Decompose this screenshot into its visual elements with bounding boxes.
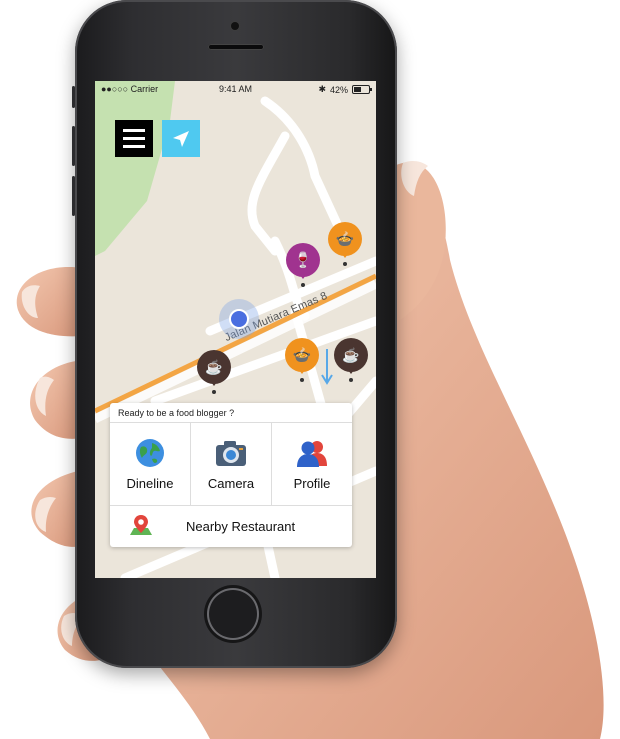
dineline-label: Dineline bbox=[126, 475, 174, 491]
camera-button[interactable]: Camera bbox=[191, 423, 272, 505]
status-right: ✱ 42% bbox=[318, 84, 372, 95]
coffee-icon: ☕ bbox=[342, 346, 360, 363]
dineline-button[interactable]: Dineline bbox=[110, 423, 191, 505]
earpiece bbox=[208, 44, 264, 50]
bluetooth-icon: ✱ bbox=[318, 84, 326, 94]
mute-switch bbox=[72, 86, 75, 108]
app-screen: ●●○○○ Carrier 9:41 AM ✱ 42% Jalan Mutiar… bbox=[95, 81, 376, 578]
globe-icon bbox=[136, 438, 164, 467]
battery-percent: 42% bbox=[329, 84, 348, 95]
restaurant-pin-food[interactable]: 🍲 bbox=[328, 222, 362, 266]
profile-button[interactable]: Profile bbox=[272, 423, 352, 505]
volume-up-button bbox=[72, 126, 75, 166]
camera-label: Camera bbox=[207, 475, 255, 491]
profile-label: Profile bbox=[293, 475, 331, 491]
restaurant-pin-drinks[interactable]: 🍷 bbox=[286, 243, 320, 287]
front-camera bbox=[231, 22, 239, 30]
camera-icon bbox=[216, 440, 246, 466]
coffee-icon: ☕ bbox=[205, 358, 223, 375]
drink-icon: 🍷 bbox=[293, 252, 313, 269]
hamburger-icon bbox=[123, 129, 145, 132]
action-card: Ready to be a food blogger ? Dineline Ca… bbox=[110, 403, 352, 547]
card-heading: Ready to be a food blogger ? bbox=[118, 408, 235, 418]
action-grid: Dineline Camera Profile bbox=[110, 422, 352, 506]
locate-button[interactable] bbox=[162, 120, 200, 157]
battery-icon bbox=[352, 85, 372, 94]
dish-icon: 🍲 bbox=[292, 347, 312, 364]
status-bar: ●●○○○ Carrier 9:41 AM ✱ 42% bbox=[95, 81, 376, 97]
hamburger-line bbox=[123, 145, 145, 148]
dish-icon: 🍲 bbox=[335, 231, 355, 248]
restaurant-pin-cafe[interactable]: ☕ bbox=[334, 338, 368, 382]
profile-icon bbox=[297, 440, 327, 467]
nearby-restaurant-button[interactable]: Nearby Restaurant bbox=[110, 505, 352, 547]
hamburger-line bbox=[123, 137, 145, 140]
restaurant-pin-food[interactable]: 🍲 bbox=[285, 338, 319, 382]
home-button[interactable] bbox=[207, 588, 259, 640]
volume-down-button bbox=[72, 176, 75, 216]
nearby-restaurant-label: Nearby Restaurant bbox=[186, 518, 296, 534]
menu-button[interactable] bbox=[115, 120, 153, 157]
map-pin-icon bbox=[130, 515, 152, 535]
user-location-marker bbox=[219, 299, 259, 339]
restaurant-pin-cafe[interactable]: ☕ bbox=[197, 350, 231, 394]
navigation-arrow-icon bbox=[173, 130, 189, 147]
